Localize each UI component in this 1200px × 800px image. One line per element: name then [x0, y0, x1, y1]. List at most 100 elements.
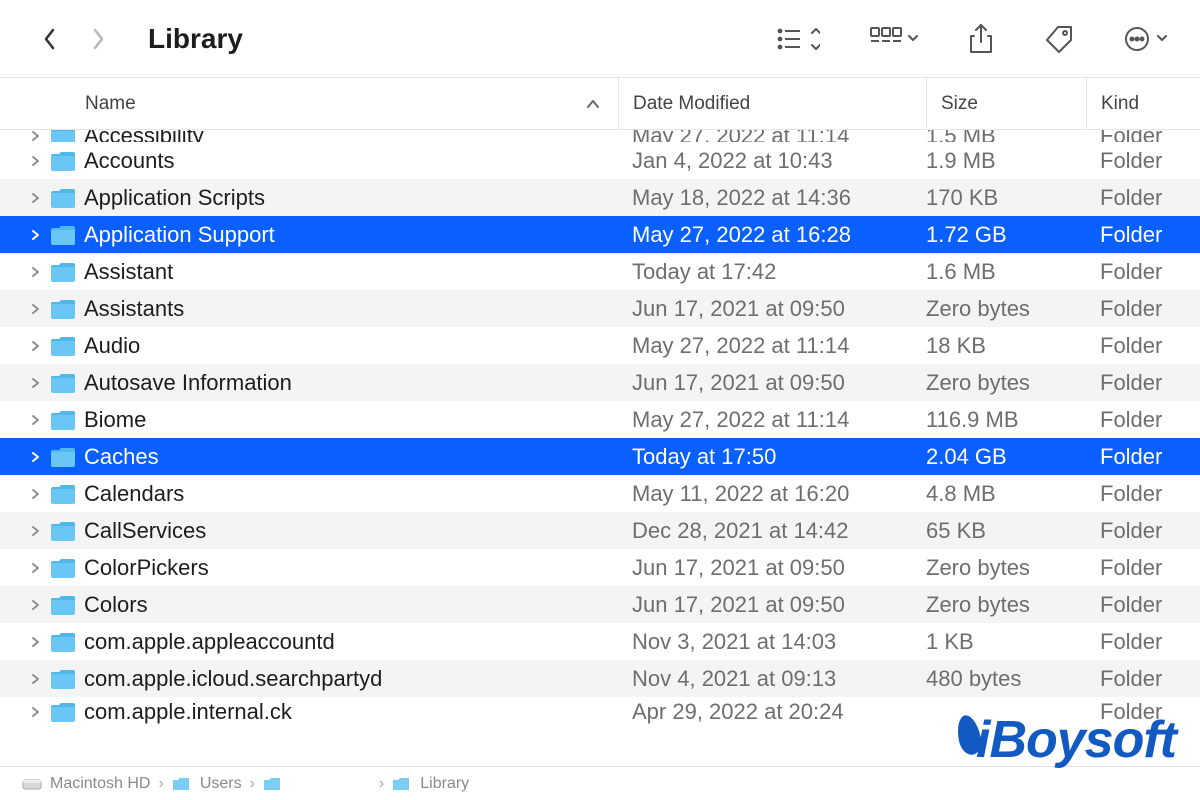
path-item[interactable]: Users	[200, 775, 242, 793]
folder-icon	[50, 483, 76, 505]
file-kind: Folder	[1086, 327, 1200, 364]
disclosure-chevron-icon[interactable]	[28, 561, 42, 575]
disclosure-chevron-icon[interactable]	[28, 302, 42, 316]
file-size: 1.9 MB	[926, 142, 1086, 179]
file-name: com.apple.internal.ck	[84, 699, 292, 725]
table-row[interactable]: Autosave Information Jun 17, 2021 at 09:…	[0, 364, 1200, 401]
file-date: Jun 17, 2021 at 09:50	[618, 364, 926, 401]
table-row[interactable]: Audio May 27, 2022 at 11:14 18 KB Folder	[0, 327, 1200, 364]
file-kind: Folder	[1086, 438, 1200, 475]
view-list-button[interactable]	[776, 25, 820, 53]
column-kind[interactable]: Kind	[1086, 78, 1200, 129]
folder-icon	[50, 224, 76, 246]
view-grid-button[interactable]	[870, 26, 918, 52]
disclosure-chevron-icon[interactable]	[28, 191, 42, 205]
column-header: Name Date Modified Size Kind	[0, 78, 1200, 130]
file-size: Zero bytes	[926, 586, 1086, 623]
disclosure-chevron-icon[interactable]	[28, 154, 42, 168]
file-name: Caches	[84, 444, 159, 470]
table-row[interactable]: ColorPickers Jun 17, 2021 at 09:50 Zero …	[0, 549, 1200, 586]
column-date[interactable]: Date Modified	[618, 78, 926, 129]
disclosure-chevron-icon[interactable]	[28, 130, 42, 142]
file-name: CallServices	[84, 518, 206, 544]
path-item[interactable]: Library	[420, 775, 469, 793]
share-button[interactable]	[968, 24, 994, 54]
disclosure-chevron-icon[interactable]	[28, 635, 42, 649]
table-row[interactable]: com.apple.icloud.searchpartyd Nov 4, 202…	[0, 660, 1200, 697]
column-name[interactable]: Name	[0, 93, 618, 115]
file-name: Application Scripts	[84, 185, 265, 211]
file-date: May 27, 2022 at 11:14	[618, 327, 926, 364]
file-size: 1.5 MB	[926, 130, 1086, 142]
file-size: 65 KB	[926, 512, 1086, 549]
file-kind: Folder	[1086, 290, 1200, 327]
folder-icon	[50, 372, 76, 394]
disclosure-chevron-icon[interactable]	[28, 339, 42, 353]
sort-ascending-icon	[586, 93, 600, 115]
disclosure-chevron-icon[interactable]	[28, 524, 42, 538]
file-name: Audio	[84, 333, 140, 359]
table-row[interactable]: Assistants Jun 17, 2021 at 09:50 Zero by…	[0, 290, 1200, 327]
file-size: 1.72 GB	[926, 216, 1086, 253]
file-name: Assistants	[84, 296, 184, 322]
folder-icon	[50, 187, 76, 209]
file-name: Assistant	[84, 259, 173, 285]
forward-button[interactable]	[88, 29, 108, 49]
file-name: com.apple.icloud.searchpartyd	[84, 666, 382, 692]
file-name: ColorPickers	[84, 555, 209, 581]
chevron-right-icon: ›	[158, 775, 163, 793]
table-row[interactable]: Biome May 27, 2022 at 11:14 116.9 MB Fol…	[0, 401, 1200, 438]
file-size: 480 bytes	[926, 660, 1086, 697]
folder-icon	[50, 668, 76, 690]
column-size[interactable]: Size	[926, 78, 1086, 129]
file-list[interactable]: Accessibility May 27, 2022 at 11:14 1.5 …	[0, 130, 1200, 727]
file-name: Biome	[84, 407, 146, 433]
table-row[interactable]: Application Scripts May 18, 2022 at 14:3…	[0, 179, 1200, 216]
tags-button[interactable]	[1044, 24, 1074, 54]
disclosure-chevron-icon[interactable]	[28, 705, 42, 719]
file-date: Apr 29, 2022 at 20:24	[618, 697, 926, 727]
disclosure-chevron-icon[interactable]	[28, 265, 42, 279]
table-row[interactable]: Calendars May 11, 2022 at 16:20 4.8 MB F…	[0, 475, 1200, 512]
file-kind: Folder	[1086, 401, 1200, 438]
chevron-right-icon: ›	[250, 775, 255, 793]
file-size: Zero bytes	[926, 364, 1086, 401]
table-row[interactable]: Assistant Today at 17:42 1.6 MB Folder	[0, 253, 1200, 290]
disclosure-chevron-icon[interactable]	[28, 598, 42, 612]
file-date: Jan 4, 2022 at 10:43	[618, 142, 926, 179]
disclosure-chevron-icon[interactable]	[28, 413, 42, 427]
table-row[interactable]: Caches Today at 17:50 2.04 GB Folder	[0, 438, 1200, 475]
file-name: Application Support	[84, 222, 275, 248]
file-name: com.apple.appleaccountd	[84, 629, 335, 655]
back-button[interactable]	[40, 29, 60, 49]
disclosure-chevron-icon[interactable]	[28, 487, 42, 501]
file-name: Colors	[84, 592, 148, 618]
table-row[interactable]: Application Support May 27, 2022 at 16:2…	[0, 216, 1200, 253]
file-size: Zero bytes	[926, 290, 1086, 327]
file-kind: Folder	[1086, 364, 1200, 401]
table-row[interactable]: Colors Jun 17, 2021 at 09:50 Zero bytes …	[0, 586, 1200, 623]
file-size: 2.04 GB	[926, 438, 1086, 475]
folder-icon	[50, 446, 76, 468]
folder-icon	[50, 520, 76, 542]
disclosure-chevron-icon[interactable]	[28, 450, 42, 464]
file-kind: Folder	[1086, 660, 1200, 697]
table-row[interactable]: com.apple.appleaccountd Nov 3, 2021 at 1…	[0, 623, 1200, 660]
toolbar-actions	[776, 24, 1170, 54]
folder-icon	[50, 150, 76, 172]
file-kind: Folder	[1086, 586, 1200, 623]
folder-icon	[50, 335, 76, 357]
window-title: Library	[148, 23, 243, 55]
file-date: Jun 17, 2021 at 09:50	[618, 290, 926, 327]
disclosure-chevron-icon[interactable]	[28, 376, 42, 390]
file-size: 116.9 MB	[926, 401, 1086, 438]
file-date: May 18, 2022 at 14:36	[618, 179, 926, 216]
path-item[interactable]: Macintosh HD	[50, 775, 150, 793]
more-actions-button[interactable]	[1124, 25, 1170, 53]
table-row[interactable]: Accessibility May 27, 2022 at 11:14 1.5 …	[0, 130, 1200, 142]
disclosure-chevron-icon[interactable]	[28, 672, 42, 686]
table-row[interactable]: Accounts Jan 4, 2022 at 10:43 1.9 MB Fol…	[0, 142, 1200, 179]
table-row[interactable]: CallServices Dec 28, 2021 at 14:42 65 KB…	[0, 512, 1200, 549]
disclosure-chevron-icon[interactable]	[28, 228, 42, 242]
file-date: Jun 17, 2021 at 09:50	[618, 586, 926, 623]
